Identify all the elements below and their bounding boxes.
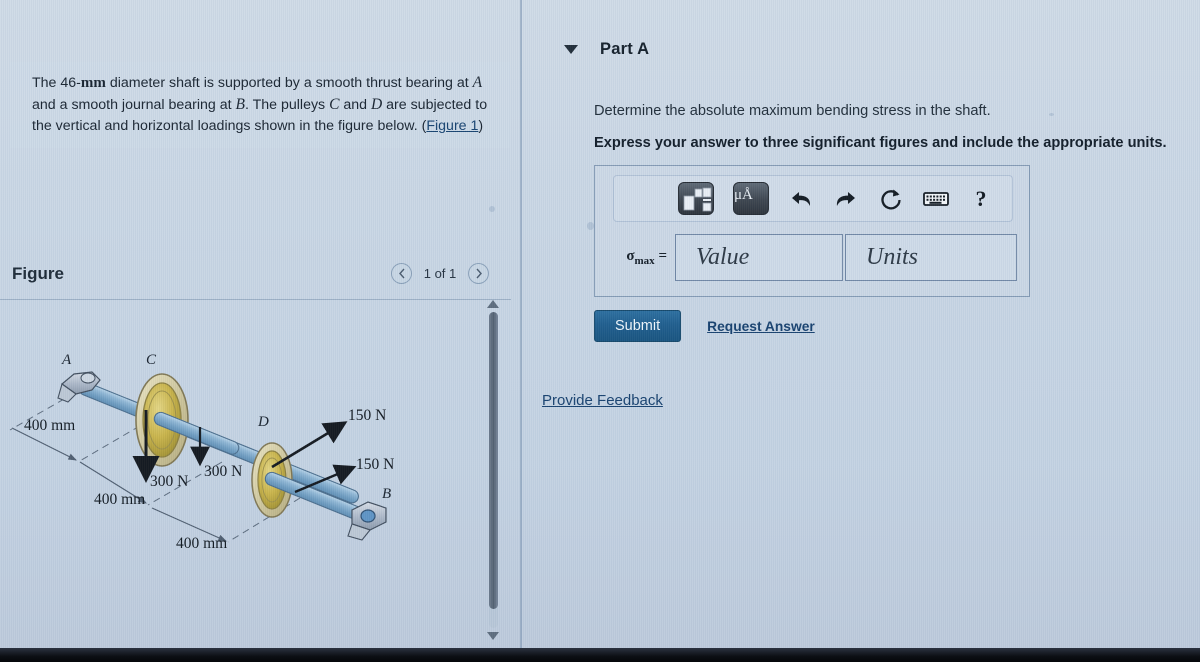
- photo-speck: [1049, 113, 1054, 116]
- dimension-lines: [11, 427, 228, 542]
- math-template-icon[interactable]: [678, 182, 714, 215]
- figure-title: Figure: [12, 264, 64, 283]
- part-title: Part A: [600, 40, 650, 58]
- figure-page-label: 1 of 1: [423, 266, 457, 281]
- problem-text-part5: and: [339, 97, 371, 114]
- diagram-label-b: B: [382, 486, 391, 502]
- units-button-label: μÅ: [734, 187, 753, 203]
- dimension-label-1: 400 mm: [24, 417, 75, 434]
- problem-label-d: D: [371, 96, 383, 114]
- sigma-symbol: σ: [626, 248, 635, 264]
- photo-speck: [489, 206, 495, 212]
- problem-label-c: C: [329, 96, 340, 114]
- answer-toolbar: μÅ ?: [613, 175, 1013, 222]
- caret-down-icon[interactable]: [564, 45, 578, 54]
- shaft-assembly-diagram: A C D B 300 N 300 N 150 N 150 N 400 mm 4…: [9, 352, 394, 552]
- problem-text-part7: ): [478, 118, 484, 135]
- reset-circular-arrow-icon[interactable]: [878, 186, 904, 212]
- answer-input-panel: μÅ ? σmax = Value Units: [594, 165, 1030, 297]
- problem-text-part2: diameter shaft is supported by a smooth …: [105, 75, 473, 91]
- diagram-label-c: C: [146, 352, 157, 368]
- problem-text-part1: The 46-: [32, 75, 81, 91]
- redo-arrow-icon[interactable]: [833, 186, 859, 212]
- undo-arrow-icon[interactable]: [788, 186, 814, 212]
- load-label-300n-1: 300 N: [150, 473, 188, 490]
- load-label-300n-2: 300 N: [204, 463, 242, 480]
- diagram-label-d: D: [257, 414, 269, 430]
- answer-row: σmax = Value Units: [603, 234, 1023, 281]
- figure-1-link[interactable]: Figure 1: [426, 118, 478, 134]
- instruction-text: Express your answer to three significant…: [594, 135, 1167, 151]
- diagram-label-a: A: [61, 352, 72, 368]
- keyboard-icon[interactable]: [923, 186, 949, 212]
- panel-divider: [520, 0, 522, 648]
- photo-bottom-edge: [0, 648, 1200, 662]
- answer-units-input[interactable]: Units: [845, 234, 1017, 281]
- problem-statement: The 46-mm diameter shaft is supported by…: [10, 62, 510, 149]
- problem-label-a: A: [472, 74, 483, 91]
- answer-symbol-label: σmax =: [603, 248, 675, 267]
- request-answer-link[interactable]: Request Answer: [707, 319, 815, 334]
- scrollbar-thumb[interactable]: [488, 312, 498, 610]
- submit-button[interactable]: Submit: [594, 310, 682, 342]
- photo-speck: [587, 222, 594, 230]
- load-label-150n-1: 150 N: [348, 407, 386, 424]
- help-question-mark-icon[interactable]: ?: [968, 186, 994, 212]
- submit-row: Submit Request Answer: [594, 310, 815, 342]
- figure-next-button[interactable]: [468, 263, 489, 284]
- part-header[interactable]: Part A: [564, 40, 649, 59]
- dimension-label-3: 400 mm: [176, 535, 227, 552]
- figure-scrollbar[interactable]: [484, 300, 502, 640]
- figure-pager: 1 of 1: [391, 263, 489, 284]
- problem-text-part3: and a smooth journal bearing at: [32, 97, 236, 114]
- question-text: Determine the absolute maximum bending s…: [594, 103, 991, 119]
- dimension-label-2: 400 mm: [94, 491, 145, 508]
- problem-text-part4: . The pulleys: [244, 97, 330, 114]
- right-answer-panel: Part A Determine the absolute maximum be…: [524, 0, 1200, 648]
- answer-value-input[interactable]: Value: [675, 234, 843, 281]
- scrollbar-track[interactable]: [488, 312, 498, 628]
- figure-prev-button[interactable]: [391, 263, 412, 284]
- figure-diagram: A C D B 300 N 300 N 150 N 150 N 400 mm 4…: [0, 302, 475, 642]
- figure-header: Figure 1 of 1: [0, 258, 511, 300]
- equals-sign: =: [658, 248, 667, 264]
- micro-angstrom-units-icon[interactable]: μÅ: [733, 182, 769, 215]
- scroll-up-arrow-icon[interactable]: [487, 300, 499, 308]
- chevron-right-icon: [475, 268, 482, 279]
- load-label-150n-2: 150 N: [356, 456, 394, 473]
- provide-feedback-link[interactable]: Provide Feedback: [542, 392, 663, 409]
- left-problem-panel: The 46-mm diameter shaft is supported by…: [0, 0, 521, 648]
- problem-unit-mm: mm: [80, 75, 106, 91]
- scroll-down-arrow-icon[interactable]: [487, 632, 499, 640]
- sigma-subscript: max: [634, 255, 655, 267]
- problem-label-b: B: [235, 96, 245, 114]
- chevron-left-icon: [398, 268, 405, 279]
